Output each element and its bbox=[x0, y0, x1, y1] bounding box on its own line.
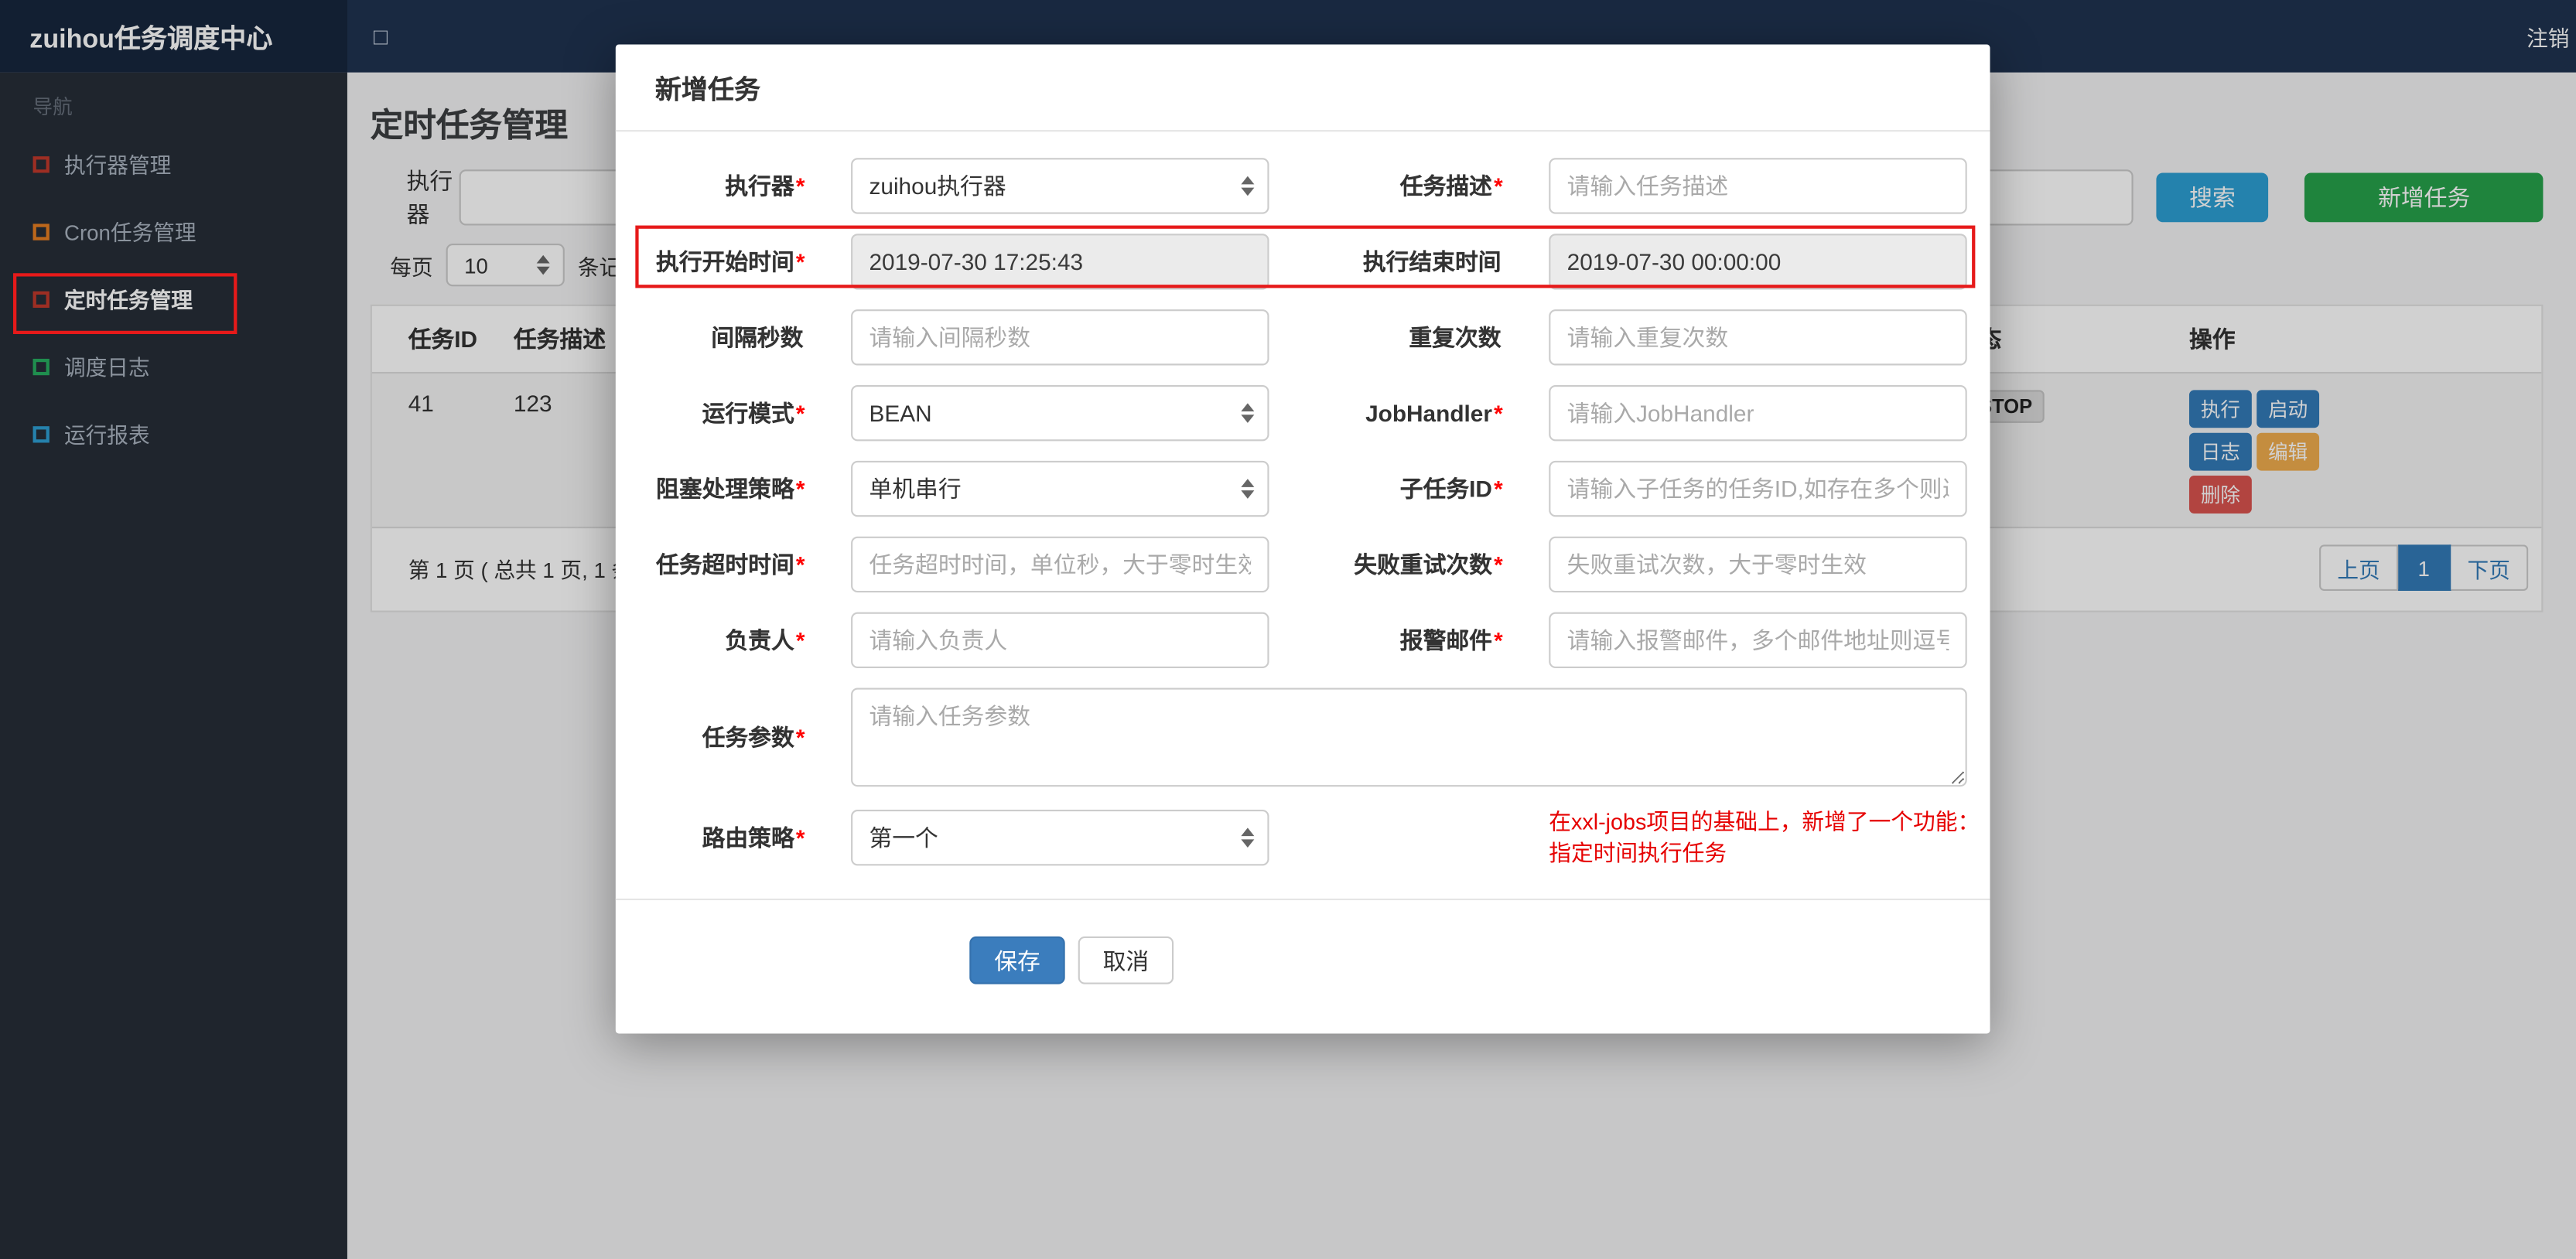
save-button[interactable]: 保存 bbox=[969, 936, 1065, 984]
select-caret-icon bbox=[1241, 176, 1255, 196]
run-mode-label: 运行模式 * bbox=[702, 400, 805, 427]
form-row: 路由策略 * 第一个 在xxl-jobs项目的基础上，新增了一个功能： 指定时间执… bbox=[616, 807, 1990, 869]
start-time-label: 执行开始时间 * bbox=[656, 248, 805, 275]
modal-footer: 保存 取消 bbox=[615, 898, 1990, 1034]
owner-label: 负责人 * bbox=[725, 626, 805, 653]
required-mark: * bbox=[795, 248, 805, 275]
select-caret-icon bbox=[1241, 479, 1255, 499]
required-mark: * bbox=[795, 172, 805, 200]
required-mark: * bbox=[795, 400, 805, 427]
app-window: zuihou任务调度中心 □ 注销 导航 执行器管理 Cron任务管理 定时任务… bbox=[0, 0, 2576, 1259]
feature-note-line1: 在xxl-jobs项目的基础上，新增了一个功能： bbox=[1549, 810, 1980, 834]
block-strategy-label: 阻塞处理策略 * bbox=[656, 476, 805, 503]
form-row: 执行器 * zuihou执行器 任务描述 * bbox=[616, 158, 1990, 214]
required-mark: * bbox=[1494, 172, 1503, 200]
block-strategy-select[interactable]: 单机串行 bbox=[851, 460, 1269, 517]
alarm-email-input[interactable] bbox=[1549, 612, 1967, 669]
job-handler-label: JobHandler * bbox=[1365, 400, 1503, 427]
child-job-input[interactable] bbox=[1549, 460, 1967, 517]
form-row: 负责人* 报警邮件* bbox=[616, 612, 1990, 669]
run-mode-select[interactable]: BEAN bbox=[851, 384, 1269, 442]
form-row: 运行模式 * BEAN JobHandler * bbox=[616, 384, 1990, 442]
executor-select[interactable]: zuihou执行器 bbox=[851, 158, 1269, 214]
required-mark: * bbox=[795, 824, 805, 851]
timeout-input[interactable] bbox=[851, 536, 1269, 593]
retry-label: 失败重试次数 * bbox=[1354, 551, 1503, 578]
required-mark: * bbox=[1494, 476, 1503, 503]
executor-label: 执行器 * bbox=[725, 172, 805, 200]
required-mark: * bbox=[1494, 551, 1503, 578]
form-row: 阻塞处理策略 * 单机串行 子任务ID * bbox=[616, 460, 1990, 517]
cancel-button[interactable]: 取消 bbox=[1078, 936, 1174, 984]
retry-input[interactable] bbox=[1549, 536, 1967, 593]
add-task-modal: 新增任务 执行器* zuihou执行器 任务描述* 执行开始时间* 执行结束时间… bbox=[615, 44, 1990, 1034]
end-time-input[interactable] bbox=[1549, 234, 1967, 290]
form-row: 任务超时时间* 失败重试次数* bbox=[616, 536, 1990, 593]
required-mark: * bbox=[795, 476, 805, 503]
required-mark: * bbox=[795, 551, 805, 578]
timeout-label: 任务超时时间 * bbox=[656, 551, 805, 578]
repeat-label: 重复次数 bbox=[1409, 324, 1502, 351]
required-mark: * bbox=[795, 724, 805, 751]
add-task-form: 执行器* zuihou执行器 任务描述* 执行开始时间* 执行结束时间 间隔秒数… bbox=[616, 131, 1990, 868]
route-strategy-select[interactable]: 第一个 bbox=[851, 810, 1269, 866]
job-param-label: 任务参数 * bbox=[702, 724, 805, 751]
owner-input[interactable] bbox=[851, 612, 1269, 669]
child-job-label: 子任务ID * bbox=[1399, 476, 1503, 503]
interval-input[interactable] bbox=[851, 309, 1269, 366]
feature-note-line2: 指定时间执行任务 bbox=[1549, 841, 1727, 866]
job-handler-input[interactable] bbox=[1549, 384, 1967, 442]
required-mark: * bbox=[795, 626, 805, 653]
required-mark: * bbox=[1494, 400, 1503, 427]
form-row: 任务参数 * bbox=[616, 688, 1990, 787]
job-param-textarea[interactable] bbox=[851, 688, 1967, 787]
form-row: 执行开始时间* 执行结束时间 bbox=[616, 234, 1990, 290]
required-mark: * bbox=[1494, 626, 1503, 653]
task-desc-input[interactable] bbox=[1549, 158, 1967, 214]
select-caret-icon bbox=[1241, 827, 1255, 848]
task-desc-label: 任务描述 * bbox=[1399, 172, 1503, 200]
modal-title: 新增任务 bbox=[615, 44, 1990, 132]
end-time-label: 执行结束时间 bbox=[1362, 248, 1502, 275]
form-row: 间隔秒数 重复次数 bbox=[616, 309, 1990, 366]
route-strategy-label: 路由策略 * bbox=[702, 824, 805, 851]
repeat-input[interactable] bbox=[1549, 309, 1967, 366]
feature-note: 在xxl-jobs项目的基础上，新增了一个功能： 指定时间执行任务 bbox=[1549, 807, 1980, 869]
interval-label: 间隔秒数 bbox=[711, 324, 804, 351]
start-time-input[interactable] bbox=[851, 234, 1269, 290]
alarm-email-label: 报警邮件 * bbox=[1399, 626, 1503, 653]
select-caret-icon bbox=[1241, 403, 1255, 423]
